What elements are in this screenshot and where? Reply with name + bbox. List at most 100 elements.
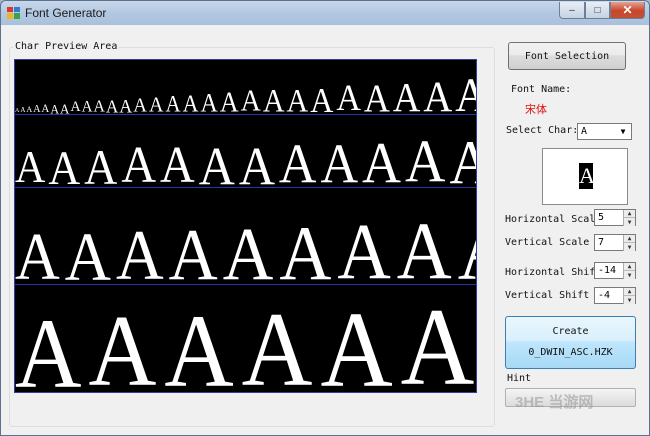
preview-glyph: A xyxy=(363,76,390,115)
app-icon xyxy=(7,7,20,19)
spin-up-icon[interactable]: ▲ xyxy=(623,235,635,243)
preview-glyph: A xyxy=(15,107,20,115)
preview-glyph: A xyxy=(392,75,421,115)
preview-glyph: A xyxy=(160,137,195,188)
preview-glyph: A xyxy=(310,80,334,115)
horizontal-shift-spinner[interactable]: -14 ▲ ▼ xyxy=(594,262,636,279)
title-bar[interactable]: Font Generator – □ ✕ xyxy=(1,1,649,25)
preview-glyph: A xyxy=(222,212,274,285)
preview-glyph: A xyxy=(200,89,218,115)
preview-glyph: A xyxy=(148,93,164,115)
vertical-scale-label: Vertical Scale xyxy=(505,237,590,248)
horizontal-scale-spinner[interactable]: 5 ▲ ▼ xyxy=(594,209,636,226)
preview-glyph: A xyxy=(198,135,235,188)
preview-glyph: A xyxy=(182,90,199,115)
preview-glyph: A xyxy=(41,102,50,115)
vertical-shift-value[interactable]: -4 xyxy=(598,290,610,301)
preview-glyph: A xyxy=(119,94,133,115)
preview-glyph: A xyxy=(26,104,33,115)
vertical-shift-label: Vertical Shift xyxy=(505,290,590,301)
preview-glyph: A xyxy=(238,135,275,188)
preview-glyph: A xyxy=(133,93,147,115)
preview-glyph: A xyxy=(320,289,393,392)
preview-glyph: A xyxy=(15,220,60,285)
select-char-label: Select Char: xyxy=(506,125,579,136)
preview-glyph: A xyxy=(286,83,309,115)
select-char-value: A xyxy=(581,126,588,137)
spin-up-icon[interactable]: ▲ xyxy=(623,210,635,218)
preview-glyph: A xyxy=(278,133,317,188)
preview-row-2: AAAAAAAAAAAAAA xyxy=(15,115,476,188)
font-selection-button[interactable]: Font Selection xyxy=(508,42,626,70)
create-button-label: Create xyxy=(552,326,589,337)
preview-glyph: A xyxy=(15,297,82,392)
horizontal-scale-label: Horizontal Scale xyxy=(505,214,602,225)
create-output-filename: 0_DWIN_ASC.HZK xyxy=(528,347,613,358)
vertical-scale-value[interactable]: 7 xyxy=(598,237,604,248)
preview-glyph: A xyxy=(70,99,81,115)
preview-glyph: A xyxy=(81,98,93,115)
preview-glyph: A xyxy=(20,105,26,115)
char-preview-label: Char Preview Area xyxy=(13,41,120,52)
horizontal-scale-value[interactable]: 5 xyxy=(598,212,604,223)
preview-glyph: A xyxy=(219,86,239,115)
preview-glyph: A xyxy=(48,141,81,188)
preview-glyph: A xyxy=(400,286,475,392)
preview-glyph: A xyxy=(165,91,181,115)
preview-glyph: A xyxy=(241,291,313,392)
close-button[interactable]: ✕ xyxy=(610,2,645,19)
preview-glyph: A xyxy=(105,95,119,115)
preview-glyph: A xyxy=(164,293,234,392)
char-preview-area: AAAAAAAAAAAAAAAAAAAAAAAAAAAA AAAAAAAAAAA… xyxy=(14,59,477,393)
spin-up-icon[interactable]: ▲ xyxy=(623,263,635,271)
chevron-down-icon[interactable]: ▼ xyxy=(617,125,629,138)
preview-glyph: A xyxy=(93,97,105,115)
preview-row-1: AAAAAAAAAAAAAAAAAAAAAAAAAAAA xyxy=(15,60,476,115)
preview-glyph: A xyxy=(458,208,476,284)
maximize-button[interactable]: □ xyxy=(585,2,610,19)
create-button[interactable]: Create 0_DWIN_ASC.HZK xyxy=(505,316,636,369)
minimize-button[interactable]: – xyxy=(559,2,585,19)
preview-glyph: A xyxy=(50,101,60,115)
preview-glyph: A xyxy=(88,294,157,392)
preview-glyph: A xyxy=(84,139,118,188)
vertical-scale-spinner[interactable]: 7 ▲ ▼ xyxy=(594,234,636,251)
spin-down-icon[interactable]: ▼ xyxy=(623,296,635,304)
horizontal-shift-label: Horizontal Shift xyxy=(505,267,602,278)
preview-glyph: A xyxy=(423,72,453,115)
selected-char-glyph: A xyxy=(579,163,595,189)
preview-glyph: A xyxy=(279,209,332,285)
spin-down-icon[interactable]: ▼ xyxy=(623,243,635,251)
spin-down-icon[interactable]: ▼ xyxy=(623,271,635,279)
window-title: Font Generator xyxy=(25,6,107,20)
client-area: Char Preview Area AAAAAAAAAAAAAAAAAAAAAA… xyxy=(7,25,645,431)
preview-glyph: A xyxy=(64,217,111,285)
preview-glyph: A xyxy=(455,71,476,114)
preview-row-3: AAAAAAAAAA xyxy=(15,188,476,285)
preview-glyph: A xyxy=(116,215,164,285)
font-name-label: Font Name: xyxy=(511,84,572,95)
preview-glyph: A xyxy=(320,133,359,188)
preview-glyph: A xyxy=(337,207,391,285)
hint-label: Hint xyxy=(507,373,532,384)
spin-up-icon[interactable]: ▲ xyxy=(623,288,635,296)
preview-glyph: A xyxy=(240,84,261,115)
preview-glyph: A xyxy=(262,83,285,115)
font-name-value: 宋体 xyxy=(525,104,547,116)
watermark-logo: 3HE 当游网 xyxy=(515,394,594,411)
preview-glyph: A xyxy=(121,137,157,188)
select-char-dropdown[interactable]: A ▼ xyxy=(577,123,632,140)
preview-glyph: A xyxy=(168,213,218,285)
spin-down-icon[interactable]: ▼ xyxy=(623,218,635,226)
preview-glyph: A xyxy=(450,131,477,187)
vertical-shift-spinner[interactable]: -4 ▲ ▼ xyxy=(594,287,636,304)
preview-glyph: A xyxy=(15,143,46,188)
preview-glyph: A xyxy=(396,206,452,285)
horizontal-shift-value[interactable]: -14 xyxy=(598,265,616,276)
preview-glyph: A xyxy=(405,128,446,188)
preview-glyph: A xyxy=(33,103,41,115)
preview-row-4: AAAAAAAAA xyxy=(15,285,476,392)
preview-glyph: A xyxy=(336,78,361,115)
main-window: Font Generator – □ ✕ Char Preview Area A… xyxy=(0,0,650,436)
preview-glyph: A xyxy=(362,130,402,188)
